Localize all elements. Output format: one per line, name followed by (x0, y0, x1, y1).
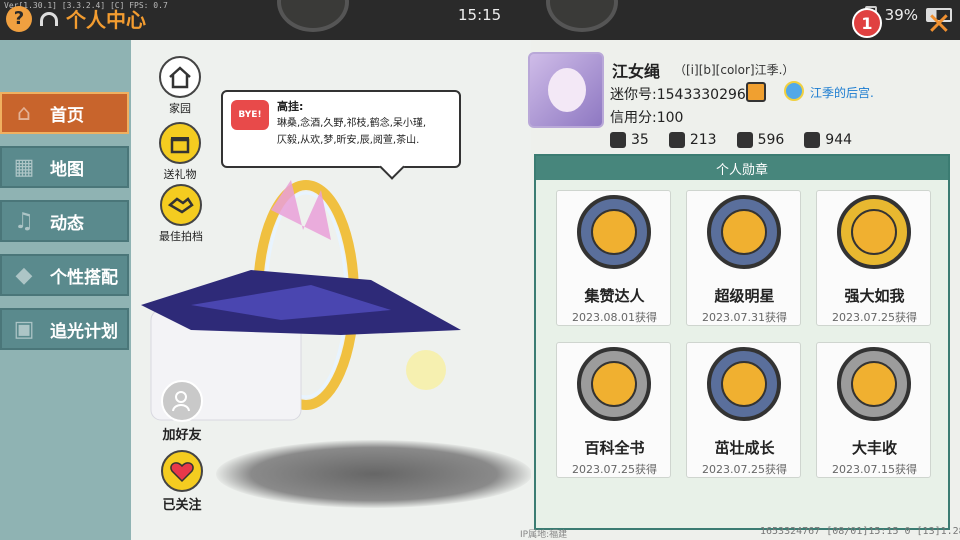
medal-panel: 个人勋章 集赞达人 2023.08.01获得 超级明星 2023.07.31获得… (534, 154, 950, 530)
sprout-medal-icon (707, 347, 781, 421)
header-left: ? 个人中心 (6, 4, 146, 33)
medal-card[interactable]: 茁壮成长 2023.07.25获得 (686, 342, 801, 478)
medal-name: 大丰收 (851, 439, 897, 457)
sidebar-item-wardrobe[interactable]: ◆ 个性搭配 (0, 254, 129, 296)
sidebar-item-label: 首页 (50, 105, 84, 126)
stats-row: 35 213 596 944 (610, 132, 852, 148)
stat-value: 944 (825, 132, 853, 148)
sidebar-item-label: 地图 (50, 159, 84, 180)
medal-name: 超级明星 (714, 287, 775, 305)
harvest-medal-icon (837, 347, 911, 421)
footer-info: 1653324767 [08/01]15:15 0 [13]1.28.1 (760, 526, 960, 537)
camera-lens-right (546, 0, 618, 32)
credit-score: 信用分:100 (610, 110, 684, 126)
bubble-line: 仄毅,从欢,梦,昕安,辰,阅萱,茶山. (277, 135, 420, 146)
wifi-icon (40, 11, 58, 26)
flame-icon (736, 132, 753, 148)
medal-name: 百科全书 (584, 439, 645, 457)
ip-location: IP属地:福建 (520, 530, 568, 540)
top-bar: Ver[1.30.1] [3.3.2.4] [C] FPS: 0.7 ? 个人中… (0, 0, 960, 40)
medal-date: 2023.08.01获得 (572, 311, 657, 324)
sidebar: ⌂ 首页 ▦ 地图 ♫ 动态 ◆ 个性搭配 ▣ 追光计划 (0, 40, 131, 540)
medal-date: 2023.07.25获得 (572, 463, 657, 476)
sidebar-item-map[interactable]: ▦ 地图 (0, 146, 129, 188)
house-icon (159, 56, 201, 98)
gift-icon (159, 122, 201, 164)
guild-link[interactable]: 江季的后宫. (810, 84, 874, 101)
camera-lens-left (277, 0, 349, 32)
mini-id: 迷你号:1543330296 (610, 87, 746, 103)
question-icon[interactable]: ? (6, 5, 32, 32)
stat-hearts: 944 (804, 132, 852, 148)
medal-date: 2023.07.31获得 (702, 311, 787, 324)
sidebar-item-label: 追光计划 (50, 321, 118, 342)
star-icon (784, 81, 804, 101)
sidebar-item-label: 个性搭配 (50, 267, 118, 288)
medal-name: 集赞达人 (584, 287, 645, 305)
medal-card[interactable]: 大丰收 2023.07.15获得 (816, 342, 931, 478)
map-icon: ▦ (13, 154, 35, 180)
star-medal-icon (707, 195, 781, 269)
bubble-avatar: BYE! (231, 100, 269, 130)
signature: （[i][b][color]江季.） (674, 63, 795, 77)
home-button[interactable]: 家园 (159, 56, 201, 116)
plus-icon (610, 132, 626, 148)
sidebar-item-home[interactable]: ⌂ 首页 (0, 92, 129, 134)
battery-level: 39% (884, 6, 918, 24)
medal-card[interactable]: 集赞达人 2023.08.01获得 (556, 190, 671, 326)
sidebar-item-label: 动态 (50, 213, 84, 234)
medal-name: 强大如我 (844, 287, 905, 305)
medal-date: 2023.07.25获得 (702, 463, 787, 476)
plan-icon: ▣ (13, 316, 35, 342)
heart-icon (804, 132, 821, 148)
alert-icon[interactable]: 1 (852, 8, 882, 38)
bubble-line: 琳桑,念酒,久野,祁枝,鹤念,呆小瑾, (277, 118, 427, 129)
wardrobe-icon: ◆ (15, 262, 33, 288)
follow-label: 已关注 (162, 498, 202, 513)
avatar-scene: 家园 送礼物 最佳拍档 BYE! 高挂: 琳桑,念酒,久野,祁枝,鹤念,呆小瑾,… (131, 40, 531, 540)
stat-value: 35 (631, 132, 649, 148)
follow-button[interactable]: 已关注 (161, 450, 203, 513)
thumbs-up-medal-icon (577, 195, 651, 269)
strength-medal-icon (837, 195, 911, 269)
page-title: 个人中心 (66, 8, 146, 32)
fan-icon (668, 132, 685, 148)
clock: 15:15 (458, 6, 502, 24)
sidebar-item-feed[interactable]: ♫ 动态 (0, 200, 129, 242)
medal-card[interactable]: 超级明星 2023.07.31获得 (686, 190, 801, 326)
bubble-title: 高挂: (277, 100, 304, 113)
add-user-icon (161, 380, 203, 422)
stat-fans: 213 (668, 132, 717, 148)
speech-bubble: BYE! 高挂: 琳桑,念酒,久野,祁枝,鹤念,呆小瑾, 仄毅,从欢,梦,昕安,… (221, 90, 461, 168)
copy-icon[interactable] (746, 82, 766, 102)
home-label: 家园 (169, 102, 191, 115)
sidebar-item-plan[interactable]: ▣ 追光计划 (0, 308, 129, 350)
nickname: 江女绳 (612, 62, 661, 81)
stat-popularity: 596 (736, 132, 785, 148)
medal-card[interactable]: 百科全书 2023.07.25获得 (556, 342, 671, 478)
stat-value: 213 (689, 132, 717, 148)
profile-card: 江女绳 （[i][b][color]江季.） 迷你号:1543330296 江季… (528, 52, 948, 152)
ground-shadow (216, 440, 531, 508)
medal-name: 茁壮成长 (714, 439, 775, 457)
medal-date: 2023.07.25获得 (832, 311, 917, 324)
add-friend-button[interactable]: 加好友 (161, 380, 203, 443)
medal-panel-title: 个人勋章 (536, 156, 948, 180)
bell-icon: ♫ (14, 208, 34, 234)
add-friend-label: 加好友 (162, 428, 202, 443)
avatar[interactable] (528, 52, 604, 128)
stat-value: 596 (757, 132, 785, 148)
close-icon[interactable]: ✕ (922, 7, 956, 42)
heart-icon (161, 450, 203, 492)
home-icon: ⌂ (17, 100, 31, 126)
medal-date: 2023.07.15获得 (832, 463, 917, 476)
book-medal-icon (577, 347, 651, 421)
stat-likes: 35 (610, 132, 649, 148)
medal-card[interactable]: 强大如我 2023.07.25获得 (816, 190, 931, 326)
